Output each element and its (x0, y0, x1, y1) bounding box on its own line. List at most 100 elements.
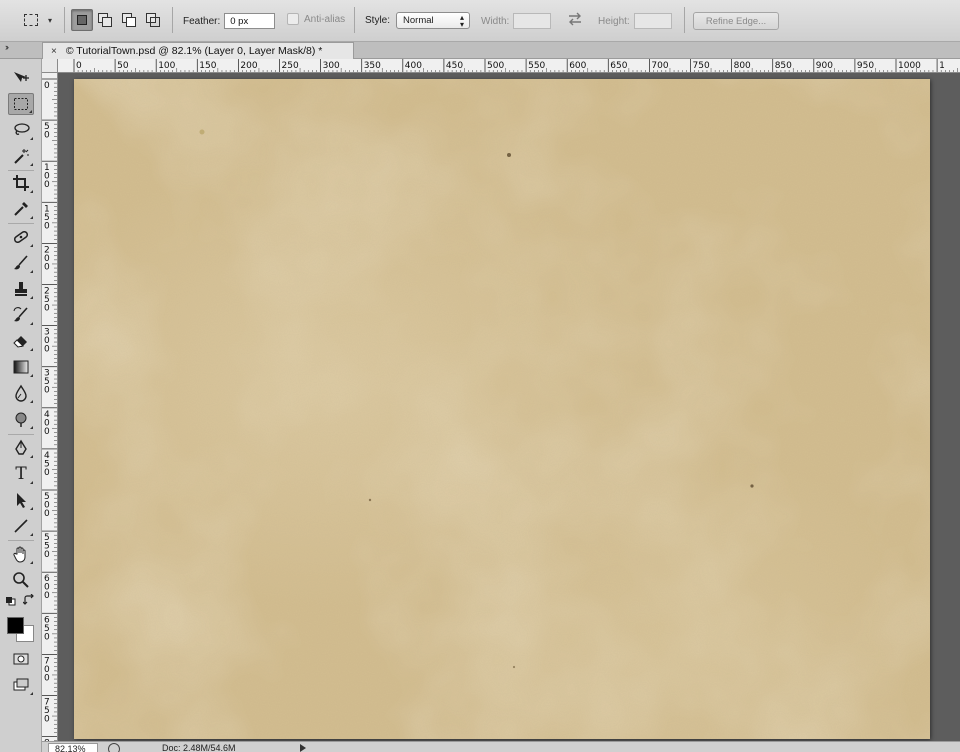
magic-wand-tool-icon (14, 149, 29, 164)
ruler-label: 1000 (898, 61, 921, 71)
blur-tool[interactable] (8, 382, 34, 404)
new-selection-icon (77, 15, 87, 25)
path-selection-tool[interactable] (8, 489, 34, 511)
photoshop-window: ▾ Feather: 0 px Anti-alias Style: Normal… (0, 0, 960, 752)
ruler-label: 400 (405, 61, 422, 71)
eraser-tool-icon (13, 336, 27, 348)
magic-wand-tool[interactable] (8, 145, 34, 167)
refine-edge-button[interactable]: Refine Edge... (693, 12, 779, 30)
rectangular-marquee-tool[interactable] (8, 93, 34, 115)
width-group: Width: (481, 13, 552, 29)
ruler-label: 0 (44, 304, 50, 314)
blur-tool-icon (15, 384, 27, 402)
vertical-ruler[interactable]: 0501001502002503003504004505005506006507… (42, 73, 58, 741)
ruler-label: 650 (610, 61, 627, 71)
ruler-label: 200 (240, 61, 257, 71)
swap-width-height-icon (569, 12, 581, 26)
status-info-icon[interactable] (108, 743, 120, 752)
width-input[interactable] (513, 13, 552, 29)
more-tools-corner-icon (29, 110, 32, 113)
quick-mask-button[interactable] (8, 648, 34, 670)
default-colors-button[interactable] (5, 596, 17, 606)
gradient-tool[interactable] (8, 356, 34, 378)
eraser-tool[interactable] (8, 330, 34, 352)
dodge-tool[interactable] (8, 408, 34, 430)
move-tool-icon (14, 72, 29, 82)
divider (8, 540, 34, 541)
screen-mode-button[interactable] (8, 674, 34, 696)
divider (64, 7, 65, 33)
crop-tool[interactable] (8, 172, 34, 194)
brush-tool[interactable] (8, 252, 34, 274)
ruler-label: 1 (939, 61, 945, 71)
divider (8, 434, 34, 435)
type-tool[interactable]: T (8, 463, 34, 485)
ruler-label: 850 (775, 61, 792, 71)
feather-input[interactable]: 0 px (224, 13, 276, 29)
divider (8, 223, 34, 224)
zoom-level-input[interactable]: 82.13% (48, 743, 98, 752)
hand-tool-icon (13, 546, 26, 563)
ruler-label: 50 (117, 61, 129, 71)
options-bar: ▾ Feather: 0 px Anti-alias Style: Normal… (0, 0, 960, 42)
document-size-info: Doc: 2.48M/54.6M (162, 743, 236, 752)
eyedropper-tool[interactable] (8, 198, 34, 220)
move-tool[interactable] (8, 67, 34, 89)
subtract-from-selection-button[interactable] (118, 9, 140, 31)
divider (684, 7, 685, 33)
more-tools-corner-icon (30, 163, 33, 166)
ruler-label: 600 (569, 61, 586, 71)
history-brush-tool[interactable] (8, 304, 34, 326)
width-label: Width: (481, 15, 510, 27)
ruler-label: 950 (857, 61, 874, 71)
intersect-with-selection-button[interactable] (142, 9, 164, 31)
zoom-tool[interactable] (8, 569, 34, 591)
spot-healing-brush-tool[interactable] (8, 226, 34, 248)
document-tab[interactable]: × © TutorialTown.psd @ 82.1% (Layer 0, L… (42, 42, 354, 59)
close-tab-icon[interactable]: × (51, 46, 57, 57)
ruler-label: 0 (44, 81, 50, 91)
more-tools-corner-icon (30, 561, 33, 564)
tools-panel: T (0, 59, 42, 752)
pen-tool-icon (15, 439, 27, 455)
lasso-tool[interactable] (8, 119, 34, 141)
canvas-workspace[interactable] (58, 73, 960, 741)
ruler-label: 0 (44, 509, 50, 519)
ruler-origin[interactable] (42, 59, 58, 73)
lasso-tool-icon (14, 123, 30, 135)
clone-stamp-tool[interactable] (8, 278, 34, 300)
pen-tool[interactable] (8, 437, 34, 459)
ruler-label: 900 (816, 61, 833, 71)
more-tools-corner-icon (30, 400, 33, 403)
ruler-label: 0 (44, 262, 50, 272)
more-tools-corner-icon (30, 137, 33, 140)
swap-width-height-button[interactable] (567, 12, 583, 26)
style-select-value: Normal (403, 15, 434, 26)
more-tools-corner-icon (30, 692, 33, 695)
horizontal-ruler[interactable]: 0 50 100 150 200 250 300 350 400 450 500 550 600 650 7… (58, 59, 960, 73)
more-tools-corner-icon (30, 348, 33, 351)
divider (8, 170, 34, 171)
more-tools-corner-icon (30, 481, 33, 484)
foreground-color-swatch[interactable] (7, 617, 24, 634)
height-input[interactable] (633, 13, 672, 29)
line-tool[interactable] (8, 515, 34, 537)
parchment-texture-image (74, 79, 930, 739)
style-select[interactable]: Normal ▴ ▾ (396, 12, 471, 29)
tool-preset-picker[interactable]: ▾ (18, 9, 62, 31)
height-group: Height: (598, 13, 672, 29)
clone-stamp-tool-icon (15, 282, 27, 296)
new-selection-button[interactable] (71, 9, 93, 31)
hand-tool[interactable] (8, 543, 34, 565)
add-to-selection-button[interactable] (94, 9, 116, 31)
swap-colors-button[interactable] (22, 593, 35, 606)
collapse-panel-icon[interactable]: ›› (5, 42, 9, 52)
status-menu-arrow-icon[interactable] (300, 744, 306, 752)
anti-alias-checkbox[interactable] (287, 13, 299, 25)
gradient-tool-icon (13, 360, 29, 374)
more-tools-corner-icon (30, 322, 33, 325)
rectangular-marquee-tool-icon (14, 98, 28, 110)
document-canvas[interactable] (74, 79, 930, 739)
divider (172, 7, 173, 33)
more-tools-corner-icon (30, 426, 33, 429)
